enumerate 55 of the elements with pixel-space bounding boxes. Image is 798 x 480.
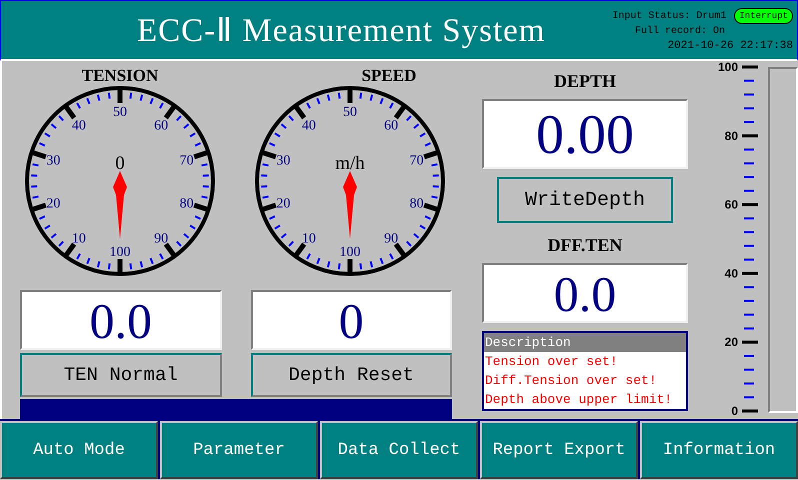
scale-label: 100 bbox=[718, 61, 738, 74]
full-record-status: Full record: On bbox=[634, 26, 725, 37]
needle-icon bbox=[113, 171, 127, 239]
scale-label: 50 bbox=[113, 105, 127, 120]
unit-label: m/h bbox=[335, 153, 365, 174]
scale-label: 30 bbox=[276, 153, 290, 168]
scale-label: 50 bbox=[343, 105, 357, 120]
scale-label: 30 bbox=[46, 153, 60, 168]
scale-label: 60 bbox=[384, 118, 398, 134]
scale-label: 20 bbox=[46, 196, 60, 212]
status-badge: Interrupt bbox=[734, 8, 793, 24]
scale-label: 80 bbox=[180, 196, 194, 212]
scale-label: 80 bbox=[724, 128, 738, 143]
scale-label: 20 bbox=[276, 196, 290, 212]
nav-button[interactable]: Report Export bbox=[480, 421, 638, 479]
alarm-header: Description bbox=[484, 333, 686, 352]
scale-label: 10 bbox=[72, 232, 86, 247]
scale-label: 40 bbox=[72, 118, 86, 134]
write-depth-button[interactable]: WriteDepth bbox=[497, 177, 673, 223]
scale-label: 70 bbox=[180, 153, 194, 168]
gauge-button[interactable]: TEN Normal bbox=[20, 353, 222, 398]
diff-tension-title: DFF.TEN bbox=[546, 235, 624, 257]
scale-label: 60 bbox=[724, 198, 738, 212]
scale-label: 40 bbox=[302, 118, 316, 134]
scale-label: 10 bbox=[302, 232, 316, 247]
scale-label: 100 bbox=[340, 245, 360, 260]
nav-button[interactable]: Auto Mode bbox=[0, 421, 158, 479]
scale-label: 40 bbox=[724, 266, 738, 280]
scale-label: 0 bbox=[731, 404, 738, 417]
alarm-item: Depth above upper limit! bbox=[484, 391, 674, 409]
scale-label: 20 bbox=[724, 335, 738, 350]
alarm-item: Tension over set! bbox=[484, 353, 619, 371]
scale-label: 90 bbox=[154, 232, 168, 247]
app-title: ECC-Ⅱ Measurement System bbox=[137, 12, 546, 50]
scale-label: 90 bbox=[384, 232, 398, 247]
scale-label: 70 bbox=[410, 153, 424, 168]
gauge-button[interactable]: Depth Reset bbox=[250, 353, 452, 398]
scale-label: 60 bbox=[154, 118, 168, 134]
nav-button[interactable]: Data Collect bbox=[320, 421, 478, 479]
needle-icon bbox=[343, 171, 357, 239]
input-status: Input Status: Drum1 bbox=[612, 10, 726, 22]
gauge-title: SPEED bbox=[362, 67, 416, 85]
gauge-title: TENSION bbox=[82, 67, 158, 85]
nav-button[interactable]: Parameter bbox=[160, 421, 318, 479]
nav-button[interactable]: Information bbox=[640, 421, 798, 479]
depth-title: DEPTH bbox=[552, 71, 617, 93]
date-time: 2021-10-26 22:17:38 bbox=[668, 40, 793, 52]
scale-label: 80 bbox=[410, 196, 424, 212]
value-display: 0.0 bbox=[20, 290, 222, 350]
alarm-item: Diff.Tension over set! bbox=[484, 372, 658, 390]
scale-label: 100 bbox=[110, 245, 130, 260]
diff-tension-display: 0.0 bbox=[482, 263, 688, 323]
value-display: 0 bbox=[250, 290, 452, 350]
unit-label: 0 bbox=[115, 153, 125, 174]
depth-display: 0.00 bbox=[482, 99, 688, 169]
